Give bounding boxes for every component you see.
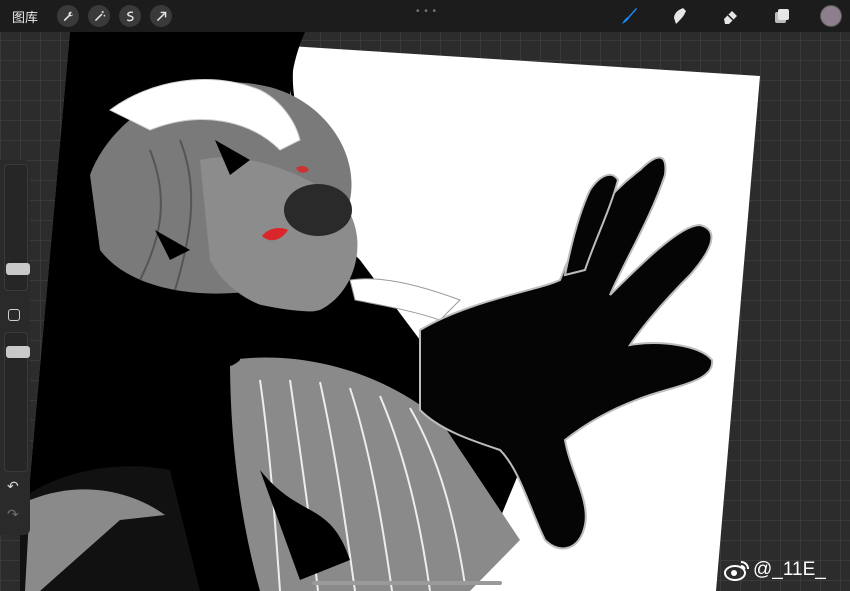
wrench-icon[interactable] xyxy=(57,5,80,27)
watermark: @_11E_ xyxy=(724,559,826,581)
home-indicator[interactable] xyxy=(312,581,502,585)
opacity-thumb[interactable] xyxy=(6,346,30,358)
artwork-canvas[interactable] xyxy=(0,0,850,591)
weibo-logo-icon xyxy=(724,561,749,581)
color-picker-swatch[interactable] xyxy=(820,5,842,27)
gallery-button[interactable]: 图库 xyxy=(12,7,38,26)
canvas-workspace[interactable] xyxy=(0,0,850,591)
selection-icon[interactable] xyxy=(119,5,142,27)
left-sidebar: ↶ ↷ xyxy=(0,160,30,535)
undo-icon[interactable]: ↶ xyxy=(7,478,19,495)
opacity-slider[interactable] xyxy=(4,332,30,472)
transform-arrow-icon[interactable] xyxy=(150,5,173,27)
brush-icon[interactable] xyxy=(616,3,642,29)
smudge-icon[interactable] xyxy=(667,3,693,29)
brush-size-slider[interactable] xyxy=(4,164,30,291)
redo-icon[interactable]: ↷ xyxy=(7,506,19,523)
brush-size-thumb[interactable] xyxy=(6,263,30,275)
eraser-icon[interactable] xyxy=(718,3,744,29)
top-handle[interactable]: • • • xyxy=(416,6,437,17)
top-toolbar: 图库 • • • xyxy=(0,0,850,32)
magic-wand-icon[interactable] xyxy=(88,5,111,27)
modify-button[interactable] xyxy=(8,309,20,321)
watermark-handle: @_11E_ xyxy=(753,559,826,580)
layers-icon[interactable] xyxy=(769,3,795,29)
